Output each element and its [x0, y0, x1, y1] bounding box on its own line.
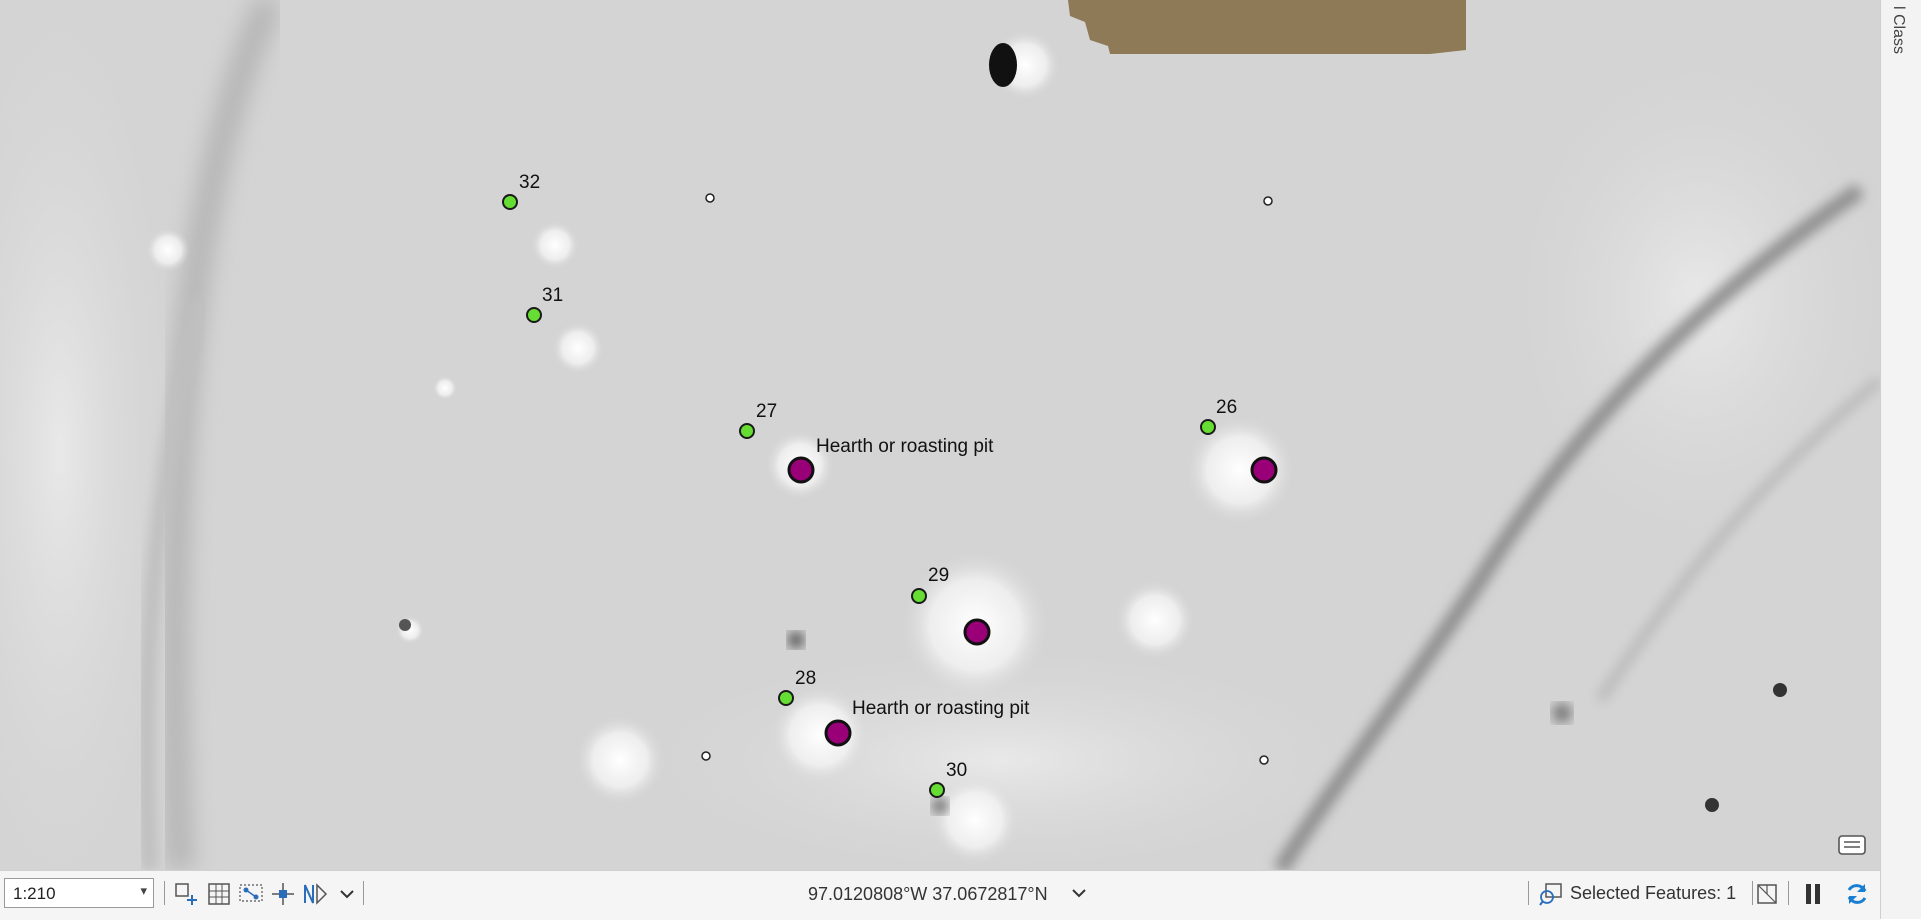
point-label-31: 31 [542, 285, 564, 306]
vertex-marker[interactable] [1259, 755, 1269, 765]
scale-value: 1:210 [13, 884, 56, 903]
grid-icon[interactable] [206, 881, 232, 907]
point-32[interactable] [502, 194, 518, 210]
pause-icon[interactable] [1800, 881, 1826, 907]
selection-icon[interactable] [1538, 881, 1564, 907]
point-label-29: 29 [928, 565, 950, 586]
point-27[interactable] [739, 423, 755, 439]
divider [1528, 881, 1529, 905]
north-arrow-icon[interactable] [302, 881, 328, 907]
raster-basemap [0, 0, 1880, 870]
point-label-32: 32 [519, 172, 541, 193]
feature-hearth-b[interactable] [824, 719, 852, 747]
side-panel-tab[interactable]: l Class [1880, 0, 1921, 919]
feature-point[interactable] [1250, 456, 1278, 484]
point-31[interactable] [526, 307, 542, 323]
add-layer-icon[interactable] [173, 881, 199, 907]
point-29[interactable] [911, 588, 927, 604]
coordinate-readout: 97.0120808°W 37.0672817°N [808, 884, 1048, 904]
point-label-30: 30 [946, 760, 968, 781]
divider [363, 881, 364, 905]
feature-label-hearth-a: Hearth or roasting pit [816, 436, 994, 457]
chevron-down-icon[interactable] [1066, 880, 1092, 906]
notes-icon[interactable] [1836, 830, 1868, 858]
vertex-marker[interactable] [701, 751, 711, 761]
raster-patch [1068, 0, 1466, 54]
chevron-down-icon: ▾ [140, 883, 147, 898]
point-30[interactable] [929, 782, 945, 798]
point-26[interactable] [1200, 419, 1216, 435]
chevron-down-icon[interactable] [334, 881, 360, 907]
status-bar: 1:210 ▾ 97.0120808°W 37.0672817°N Select… [0, 870, 1880, 920]
refresh-icon[interactable] [1844, 881, 1870, 907]
feature-hearth-a[interactable] [787, 456, 815, 484]
point-label-27: 27 [756, 401, 778, 422]
divider [1788, 881, 1789, 905]
snapping-icon[interactable] [238, 881, 264, 907]
side-panel-label: l Class [1890, 6, 1907, 55]
feature-point[interactable] [963, 618, 991, 646]
divider [164, 881, 165, 905]
feature-label-hearth-b: Hearth or roasting pit [852, 698, 1030, 719]
crosshair-icon[interactable] [270, 881, 296, 907]
selected-features-count[interactable]: Selected Features: 1 [1570, 883, 1736, 904]
point-label-28: 28 [795, 668, 817, 689]
divider [1752, 881, 1753, 905]
point-28[interactable] [778, 690, 794, 706]
scale-select[interactable]: 1:210 ▾ [4, 878, 154, 908]
vertex-marker[interactable] [705, 193, 715, 203]
map-view[interactable]: 32 31 27 26 29 28 30 Hearth or roasting … [0, 0, 1880, 870]
vertex-marker[interactable] [1263, 196, 1273, 206]
point-label-26: 26 [1216, 397, 1238, 418]
table-icon[interactable] [1754, 881, 1780, 907]
